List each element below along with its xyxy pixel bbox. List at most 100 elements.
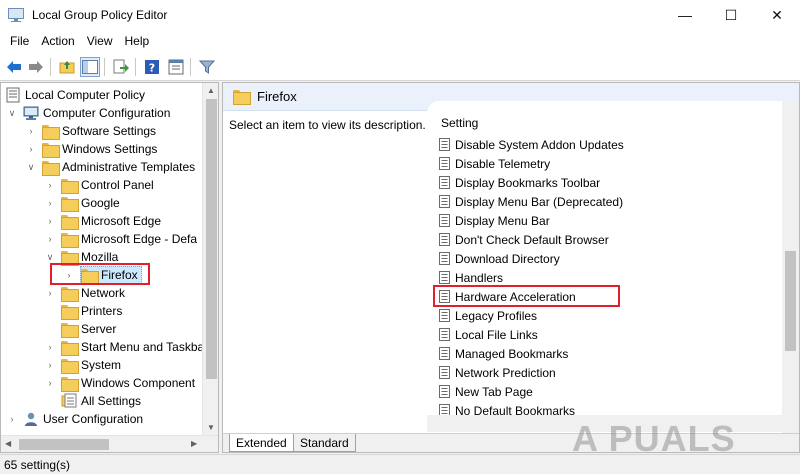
tree-item-local-computer-policy[interactable]: Local Computer Policy (5, 86, 145, 104)
settings-vertical-scrollbar[interactable] (782, 101, 799, 433)
setting-row[interactable]: Network Prediction (439, 363, 556, 382)
watermark-logo: A PUALS (572, 418, 736, 459)
tree-horizontal-scrollbar[interactable]: ◀ ▶ (1, 435, 218, 452)
tree-item-windows-settings[interactable]: Windows Settings (42, 140, 157, 158)
policy-setting-icon (439, 347, 450, 360)
menu-view[interactable]: View (81, 30, 119, 52)
close-button[interactable]: ✕ (754, 0, 800, 30)
chevron-right-icon[interactable]: › (26, 144, 36, 154)
minimize-icon: — (678, 7, 692, 23)
window-title: Local Group Policy Editor (32, 8, 168, 22)
chevron-down-icon[interactable]: ∨ (7, 108, 17, 119)
maximize-icon: ☐ (724, 6, 738, 23)
setting-row[interactable]: Local File Links (439, 325, 538, 344)
properties-button[interactable] (166, 57, 186, 77)
export-list-button[interactable] (111, 57, 131, 77)
chevron-right-icon[interactable]: › (45, 180, 55, 190)
tree-item-control-panel[interactable]: Control Panel (61, 176, 154, 194)
tree-item-all-settings[interactable]: All Settings (61, 392, 141, 410)
policy-setting-icon (439, 366, 450, 379)
setting-row[interactable]: Disable Telemetry (439, 154, 550, 173)
setting-row[interactable]: Display Bookmarks Toolbar (439, 173, 600, 192)
chevron-right-icon[interactable]: › (45, 198, 55, 208)
chevron-right-icon[interactable]: › (45, 234, 55, 244)
chevron-down-icon[interactable]: ∨ (45, 252, 55, 263)
policy-setting-icon (439, 328, 450, 341)
tree-item-microsoft-edge[interactable]: Microsoft Edge (61, 212, 161, 230)
policy-setting-icon (439, 252, 450, 265)
setting-label: Handlers (455, 270, 504, 285)
tree-item-computer-configuration[interactable]: Computer Configuration (23, 104, 170, 122)
scroll-down-icon[interactable]: ▼ (207, 423, 215, 432)
folder-icon (61, 178, 79, 194)
details-pane: Firefox Select an item to view its descr… (222, 82, 800, 453)
chevron-right-icon[interactable]: › (7, 414, 17, 424)
tree-item-label: Network (81, 286, 126, 300)
policy-setting-icon (439, 271, 450, 284)
maximize-button[interactable]: ☐ (708, 0, 754, 30)
back-arrow-icon (7, 61, 21, 73)
chevron-right-icon[interactable]: › (45, 342, 55, 352)
tab-standard[interactable]: Standard (293, 434, 356, 452)
setting-row[interactable]: Download Directory (439, 249, 560, 268)
chevron-right-icon[interactable]: › (45, 288, 55, 298)
tree-item-google[interactable]: Google (61, 194, 120, 212)
menu-action[interactable]: Action (35, 30, 80, 52)
tree-item-system[interactable]: System (61, 356, 121, 374)
tree-item-administrative-templates[interactable]: Administrative Templates (42, 158, 195, 176)
scroll-right-icon[interactable]: ▶ (191, 439, 197, 448)
tree-item-user-configuration[interactable]: User Configuration (23, 410, 143, 428)
scroll-left-icon[interactable]: ◀ (5, 439, 11, 448)
forward-button[interactable] (26, 57, 46, 77)
tree-item-label: Server (81, 322, 117, 336)
setting-label: New Tab Page (455, 384, 533, 399)
setting-row[interactable]: Display Menu Bar (Deprecated) (439, 192, 623, 211)
setting-row[interactable]: New Tab Page (439, 382, 533, 401)
tree-item-network[interactable]: Network (61, 284, 125, 302)
show-hide-tree-button[interactable] (80, 57, 100, 77)
up-folder-button[interactable] (57, 57, 77, 77)
settings-list[interactable]: Setting Disable System Addon Updates Dis… (427, 101, 799, 433)
tree-item-label: Microsoft Edge (81, 214, 162, 228)
tree-item-microsoft-edge-default[interactable]: Microsoft Edge - Defa (61, 230, 197, 248)
scrollbar-thumb[interactable] (19, 439, 109, 450)
chevron-right-icon[interactable]: › (26, 126, 36, 136)
setting-row[interactable]: Legacy Profiles (439, 306, 537, 325)
scrollbar-thumb[interactable] (785, 251, 796, 351)
tree-item-server[interactable]: Server (61, 320, 116, 338)
tree-item-printers[interactable]: Printers (61, 302, 122, 320)
menu-file[interactable]: File (4, 30, 35, 52)
tree-item-windows-components[interactable]: Windows Component (61, 374, 195, 392)
tree-item-label: Microsoft Edge - Defa (81, 232, 198, 246)
tree-vertical-scrollbar[interactable]: ▲ ▼ (202, 83, 218, 435)
chevron-right-icon[interactable]: › (45, 216, 55, 226)
tree-item-label: Printers (81, 304, 123, 318)
setting-row[interactable]: Display Menu Bar (439, 211, 550, 230)
tree-item-software-settings[interactable]: Software Settings (42, 122, 156, 140)
scroll-up-icon[interactable]: ▲ (207, 86, 215, 95)
scrollbar-thumb[interactable] (206, 99, 217, 379)
setting-row[interactable]: Managed Bookmarks (439, 344, 568, 363)
folder-icon (61, 196, 79, 212)
setting-row[interactable]: Disable System Addon Updates (439, 135, 624, 154)
setting-label: Managed Bookmarks (455, 346, 569, 361)
menu-help[interactable]: Help (119, 30, 156, 52)
folder-icon (61, 376, 79, 392)
folder-icon (61, 286, 79, 302)
up-folder-icon (59, 61, 75, 74)
tree-item-start-menu-and-taskbar[interactable]: Start Menu and Taskba (61, 338, 204, 356)
setting-row[interactable]: Don't Check Default Browser (439, 230, 609, 249)
minimize-button[interactable]: — (662, 0, 708, 30)
console-tree-icon (82, 60, 98, 74)
chevron-right-icon[interactable]: › (45, 378, 55, 388)
filter-icon (199, 60, 215, 74)
filter-button[interactable] (197, 57, 217, 77)
back-button[interactable] (4, 57, 24, 77)
column-header-setting[interactable]: Setting (441, 116, 478, 130)
tab-extended[interactable]: Extended (229, 434, 294, 452)
chevron-right-icon[interactable]: › (45, 360, 55, 370)
folder-icon (61, 304, 79, 320)
help-button[interactable]: ? (142, 57, 162, 77)
tree-item-label: Software Settings (62, 124, 157, 138)
chevron-down-icon[interactable]: ∨ (26, 162, 36, 173)
